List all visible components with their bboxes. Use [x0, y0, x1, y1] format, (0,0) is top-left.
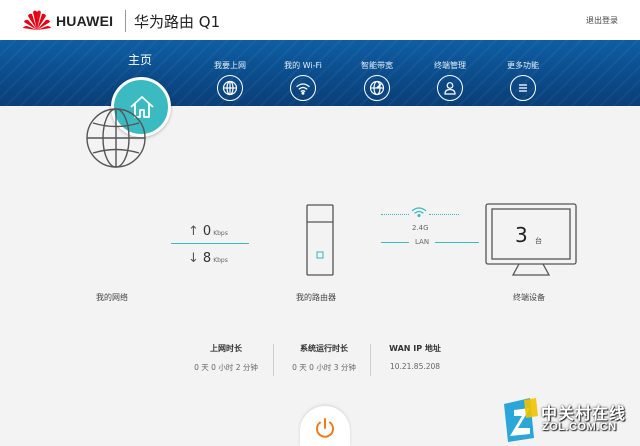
nav-item-label: 终端管理: [434, 61, 466, 70]
upload-unit: Kbps: [213, 230, 228, 237]
brand-name: HUAWEI: [56, 13, 114, 29]
nav-item-bandwidth[interactable]: 智能带宽: [347, 60, 407, 101]
nav-item-wifi[interactable]: 我的 Wi-Fi: [273, 60, 333, 101]
stat-title: 系统运行时长: [300, 344, 348, 353]
router-label: 我的路由器: [296, 293, 336, 302]
router-icon[interactable]: [306, 204, 334, 276]
stat-uptime: 系统运行时长 0 天 0 小时 3 分钟: [283, 343, 365, 379]
upload-arrow-icon: ↑: [188, 224, 199, 239]
upload-speed: ↑ 0 Kbps: [188, 224, 228, 239]
device-count: 3: [515, 223, 528, 247]
download-unit: Kbps: [213, 257, 228, 264]
wifi-icon: [290, 75, 316, 101]
watermark-text-en: ZOL.COM.CN: [542, 421, 617, 433]
menu-icon: [510, 75, 536, 101]
logout-link[interactable]: 退出登录: [586, 15, 618, 26]
nav-home-label[interactable]: 主页: [128, 51, 152, 68]
stat-title: WAN IP 地址: [389, 344, 441, 353]
wifi-link-line-left: [381, 214, 409, 215]
download-value: 8: [202, 251, 212, 266]
speed-divider: [171, 243, 249, 244]
product-title: 华为路由 Q1: [134, 13, 221, 31]
nav-item-label: 智能带宽: [361, 61, 393, 70]
device-count-unit: 台: [535, 237, 542, 245]
nav-item-label: 更多功能: [507, 61, 539, 70]
bandwidth-globe-icon: [364, 75, 390, 101]
nav-bar: 主页 我要上网 我的 Wi-Fi 智能带宽 终端管理 更多功能: [0, 40, 640, 106]
header-divider: [125, 10, 126, 32]
stat-online-time: 上网时长 0 天 0 小时 2 分钟: [190, 343, 262, 379]
stat-value: 0 天 0 小时 3 分钟: [292, 363, 356, 372]
stat-divider: [273, 344, 274, 376]
stat-value: 0 天 0 小时 2 分钟: [194, 363, 258, 372]
wifi-signal-icon: [411, 207, 427, 218]
nav-item-more[interactable]: 更多功能: [493, 60, 553, 101]
nav-item-devices[interactable]: 终端管理: [420, 60, 480, 101]
stat-divider: [370, 344, 371, 376]
user-icon: [437, 75, 463, 101]
nav-item-label: 我的 Wi-Fi: [284, 61, 322, 70]
stat-wan-ip: WAN IP 地址 10.21.85.208: [381, 343, 449, 379]
network-label: 我的网络: [96, 293, 128, 302]
huawei-logo: [23, 10, 51, 30]
lan-line-left: [381, 241, 409, 243]
lan-line-right: [435, 241, 480, 243]
globe-icon: [217, 75, 243, 101]
upload-value: 0: [202, 224, 212, 239]
nav-item-label: 我要上网: [214, 61, 246, 70]
devices-monitor-icon[interactable]: [485, 203, 577, 277]
wifi-link-line-right: [429, 214, 459, 215]
power-icon: [316, 418, 334, 438]
devices-label: 终端设备: [513, 293, 545, 302]
network-globe-icon[interactable]: [84, 106, 148, 170]
lan-link: LAN: [381, 238, 480, 246]
nav-item-internet[interactable]: 我要上网: [200, 60, 260, 101]
stat-title: 上网时长: [210, 344, 242, 353]
download-arrow-icon: ↓: [188, 251, 199, 266]
lan-label: LAN: [415, 238, 430, 246]
wifi-band-label: 2.4G: [412, 224, 429, 232]
top-header: HUAWEI 华为路由 Q1 退出登录: [0, 0, 640, 40]
download-speed: ↓ 8 Kbps: [188, 251, 228, 266]
stat-value: 10.21.85.208: [389, 362, 441, 371]
